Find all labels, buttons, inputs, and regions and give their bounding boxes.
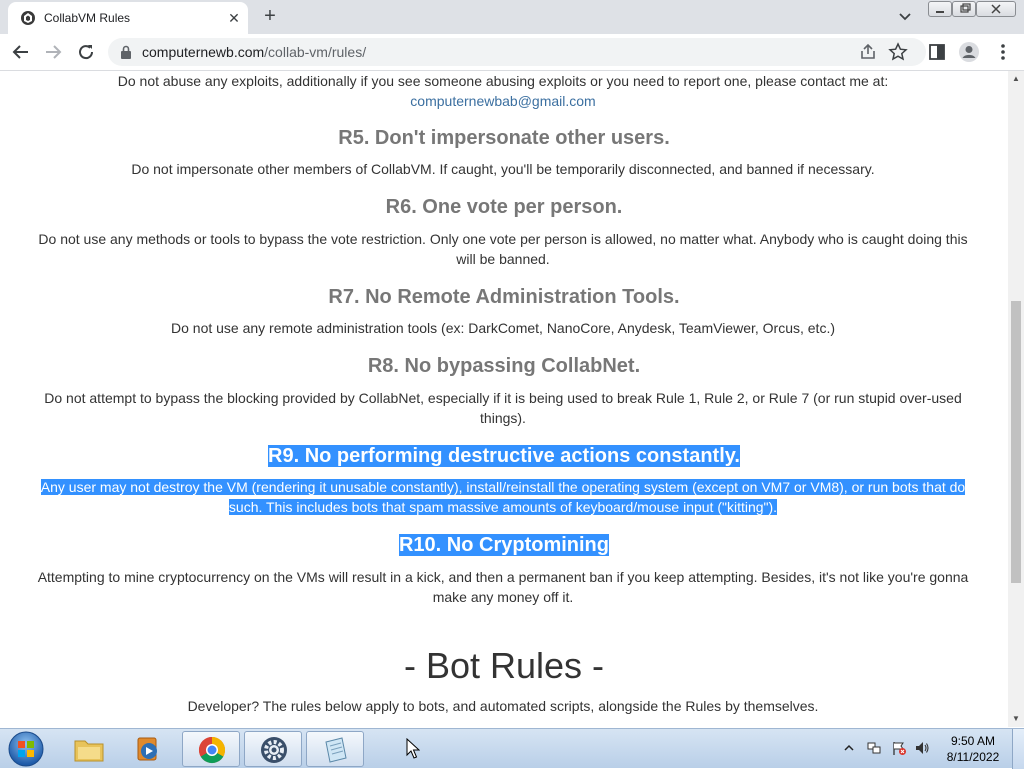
show-hidden-icons-arrow-icon[interactable] — [843, 743, 855, 753]
mouse-cursor-icon — [406, 738, 420, 759]
restore-icon — [960, 3, 971, 13]
folder-icon — [74, 740, 104, 762]
start-button-icon[interactable] — [6, 730, 46, 768]
taskbar-media-player-button[interactable] — [120, 731, 178, 767]
new-tab-icon[interactable]: + — [258, 5, 282, 29]
action-center-flag-icon[interactable] — [891, 740, 907, 756]
bookmark-star-icon[interactable] — [888, 42, 908, 62]
rule-r9-text-line2: such. This includes bots that spam massi… — [30, 497, 976, 517]
rule-r6-text-line1: Do not use any methods or tools to bypas… — [38, 231, 968, 247]
page-viewport: Do not abuse any exploits, additionally … — [0, 71, 1008, 727]
forward-arrow-icon[interactable] — [42, 41, 64, 63]
rule-r9-text-line2-span: such. This includes bots that spam massi… — [228, 499, 778, 515]
rule-r10-heading-text: R10. No Cryptomining — [398, 534, 609, 556]
volume-speaker-icon[interactable] — [914, 740, 930, 756]
restore-window-button[interactable] — [952, 1, 976, 17]
rule-r5-heading: R5. Don't impersonate other users. — [338, 127, 670, 149]
clock-time: 9:50 AM — [950, 734, 996, 748]
menu-kebab-icon[interactable] — [992, 41, 1014, 63]
rule-r10-text-line1: Attempting to mine cryptocurrency on the… — [37, 569, 969, 585]
tab-strip: CollabVM Rules ✕ + — [0, 0, 1024, 34]
address-bar[interactable]: computernewb.com/collab-vm/rules/ — [108, 38, 926, 66]
tab-collabvm-rules[interactable]: CollabVM Rules ✕ — [8, 2, 248, 34]
rule-r9-text-line1-span: Any user may not destroy the VM (renderi… — [40, 479, 966, 495]
notepad-icon — [325, 737, 347, 763]
chrome-icon — [198, 736, 226, 764]
scroll-down-arrow-icon[interactable]: ▼ — [1008, 711, 1024, 727]
taskbar-chrome-button[interactable] — [182, 731, 240, 767]
media-player-icon — [137, 737, 157, 761]
tab-search-chevron-icon[interactable] — [894, 6, 916, 28]
rule-r7-text: Do not use any remote administration too… — [171, 320, 835, 336]
reload-icon[interactable] — [75, 41, 97, 63]
side-panel-icon[interactable] — [926, 41, 948, 63]
bot-rules-heading: - Bot Rules - — [403, 645, 605, 686]
scrollbar-thumb[interactable] — [1011, 301, 1021, 583]
taskbar-settings-button[interactable] — [244, 731, 302, 767]
lock-icon[interactable] — [120, 45, 132, 59]
rule-r5-text: Do not impersonate other members of Coll… — [131, 161, 875, 177]
rule-r10-heading: R10. No Cryptomining — [0, 534, 1008, 557]
rule-r9-text-line1: Any user may not destroy the VM (renderi… — [30, 477, 976, 497]
rule-r10-text-line2: make any money off it. — [432, 589, 574, 605]
profile-avatar-icon[interactable] — [958, 41, 980, 63]
minimize-window-button[interactable] — [928, 1, 952, 17]
taskbar-explorer-button[interactable] — [60, 731, 118, 767]
share-icon[interactable] — [858, 42, 878, 62]
contact-email-link[interactable]: computernewbab@gmail.com — [410, 93, 595, 109]
rule-r6-text-line2: will be banned. — [456, 251, 550, 267]
network-icon[interactable] — [866, 740, 882, 756]
rule-r7-heading: R7. No Remote Administration Tools. — [328, 286, 680, 308]
show-desktop-button[interactable] — [1012, 729, 1024, 769]
close-tab-icon[interactable]: ✕ — [224, 8, 244, 28]
rule-r9-heading: R9. No performing destructive actions co… — [0, 445, 1008, 468]
rule-r8-heading: R8. No bypassing CollabNet. — [367, 355, 641, 377]
back-arrow-icon[interactable] — [10, 41, 32, 63]
rule-r6-heading: R6. One vote per person. — [385, 196, 623, 218]
browser-toolbar: computernewb.com/collab-vm/rules/ — [0, 34, 1024, 71]
taskbar-notepad-button[interactable] — [306, 731, 364, 767]
windows-taskbar: 9:50 AM 8/11/2022 — [0, 728, 1024, 769]
collabvm-favicon-icon — [21, 11, 35, 25]
url-text[interactable]: computernewb.com/collab-vm/rules/ — [142, 44, 366, 60]
tab-title: CollabVM Rules — [44, 11, 131, 25]
scroll-up-arrow-icon[interactable]: ▲ — [1008, 71, 1024, 87]
rule-r9-heading-text: R9. No performing destructive actions co… — [268, 445, 740, 467]
rule-r4-text: Do not abuse any exploits, additionally … — [117, 73, 889, 89]
settings-gear-icon — [261, 737, 287, 763]
close-window-button[interactable] — [976, 1, 1016, 17]
rule-r8-text-line1: Do not attempt to bypass the blocking pr… — [44, 390, 962, 406]
system-clock[interactable]: 9:50 AM 8/11/2022 — [936, 733, 1010, 765]
rule-r8-text-line2: things). — [480, 410, 526, 426]
clock-date: 8/11/2022 — [946, 750, 1000, 764]
bot-rules-intro: Developer? The rules below apply to bots… — [187, 698, 819, 714]
page-scrollbar[interactable]: ▲ ▼ — [1008, 71, 1024, 727]
contact-email-line: computernewbab@gmail.com — [30, 91, 976, 111]
minimize-icon — [936, 11, 944, 13]
close-window-icon — [991, 4, 1001, 14]
